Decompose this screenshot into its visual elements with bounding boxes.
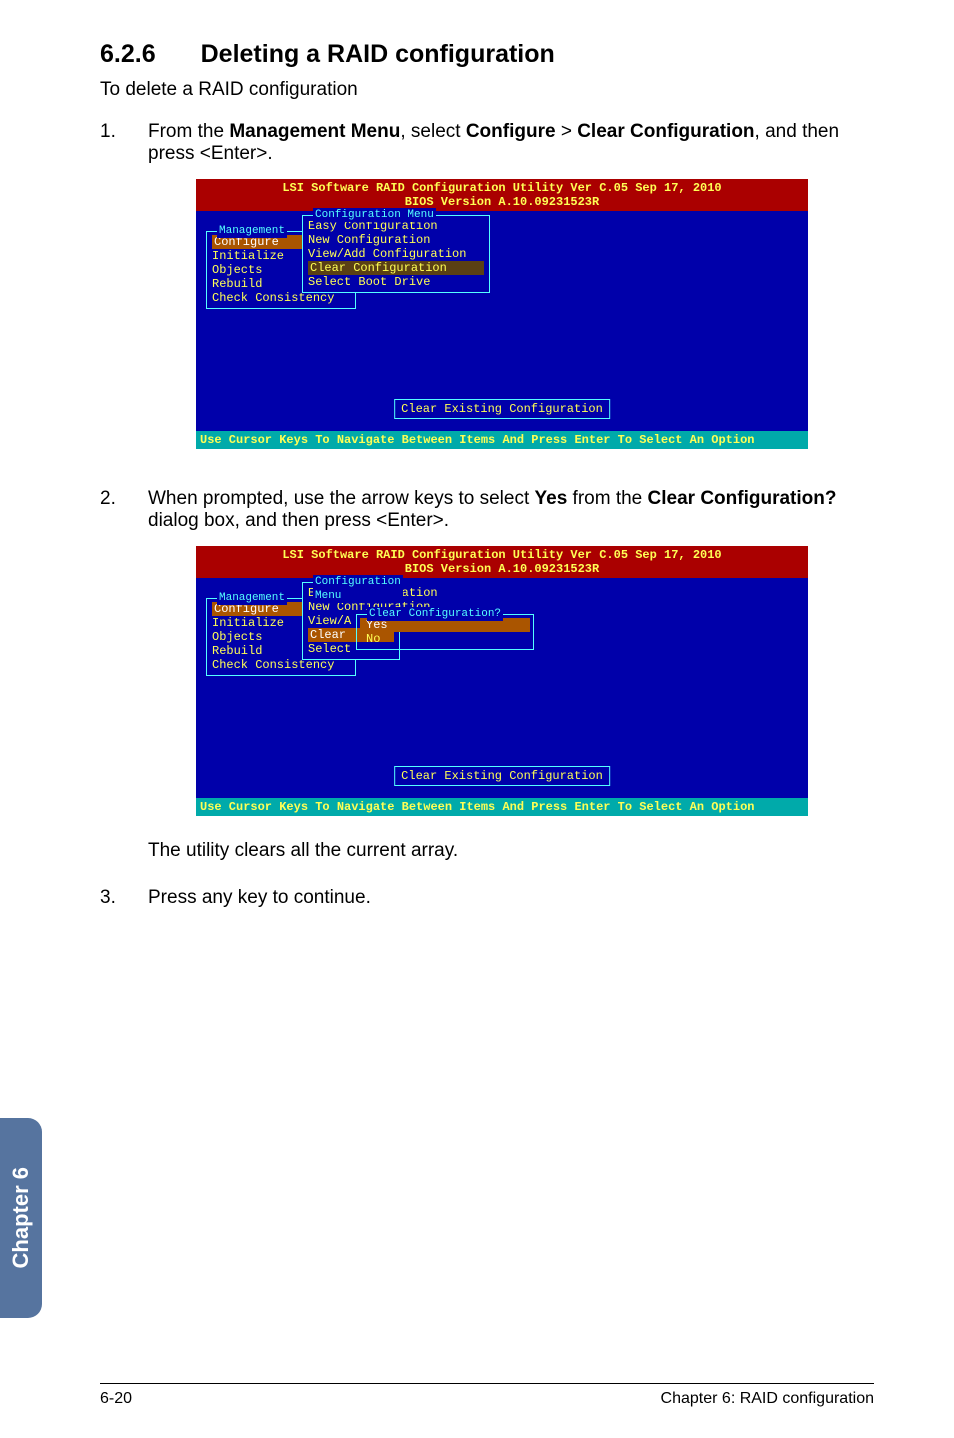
step-1: 1. From the Management Menu, select Conf… xyxy=(100,121,874,473)
step-1-text-a: From the xyxy=(148,121,229,142)
bios-screenshot-2: LSI Software RAID Configuration Utility … xyxy=(196,546,808,816)
step-1-body: From the Management Menu, select Configu… xyxy=(148,121,874,473)
bios-screenshot-1: LSI Software RAID Configuration Utility … xyxy=(196,179,808,449)
bios-title-line1-1: LSI Software RAID Configuration Utility … xyxy=(196,181,808,195)
step-1-text-c: > xyxy=(556,121,578,142)
bios-body-2: Management Configure Initialize Objects … xyxy=(196,578,808,798)
step-3-pretext: The utility clears all the current array… xyxy=(148,840,874,862)
step-2-bold-clearq: Clear Configuration? xyxy=(648,488,837,509)
clear-configuration-dialog-label: Clear Configuration? xyxy=(367,607,503,621)
hint-bar-2: Use Cursor Keys To Navigate Between Item… xyxy=(196,798,808,816)
step-1-bold-configure: Configure xyxy=(466,121,556,142)
step-3-body: Press any key to continue. xyxy=(148,887,874,909)
section-title: Deleting a RAID configuration xyxy=(201,40,555,68)
clear-configuration-dialog: Clear Configuration? Yes No xyxy=(356,614,534,650)
status-box-1: Clear Existing Configuration xyxy=(394,399,610,419)
step-3-number: 3. xyxy=(100,887,148,909)
step-1-bold-menu: Management Menu xyxy=(229,121,400,142)
cfg-viewadd-1[interactable]: View/Add Configuration xyxy=(308,247,484,261)
configuration-menu-label-2: Configuration Menu xyxy=(313,575,403,603)
mgmt-check-1[interactable]: Check Consistency xyxy=(212,291,350,305)
step-1-text-b: , select xyxy=(400,121,465,142)
cfg-clear-1[interactable]: Clear Configuration xyxy=(308,261,484,275)
step-2-number: 2. xyxy=(100,488,148,872)
step-3: 3. Press any key to continue. xyxy=(100,887,874,909)
step-2-bold-yes: Yes xyxy=(535,488,568,509)
mgmt-check-2[interactable]: Check Consistency xyxy=(212,658,350,672)
chapter-side-tab-label: Chapter 6 xyxy=(8,1167,34,1268)
bios-titlebar-1: LSI Software RAID Configuration Utility … xyxy=(196,179,808,211)
bios-title-line1-2: LSI Software RAID Configuration Utility … xyxy=(196,548,808,562)
configuration-menu-label-1: Configuration Menu xyxy=(313,208,436,222)
bios-body-1: Management Configure Initialize Objects … xyxy=(196,211,808,431)
step-2-text-b: from the xyxy=(567,488,647,509)
step-2-text-a: When prompted, use the arrow keys to sel… xyxy=(148,488,535,509)
configuration-menu-box-1: Configuration Menu Easy Configuration Ne… xyxy=(302,215,490,293)
section-heading: 6.2.6 Deleting a RAID configuration xyxy=(100,40,874,69)
intro-text: To delete a RAID configuration xyxy=(100,79,874,101)
bios-title-line2-1: BIOS Version A.10.09231523R xyxy=(196,195,808,209)
step-2-body: When prompted, use the arrow keys to sel… xyxy=(148,488,874,872)
step-1-number: 1. xyxy=(100,121,148,473)
cfg-new-1[interactable]: New Configuration xyxy=(308,233,484,247)
bios-title-line2-2: BIOS Version A.10.09231523R xyxy=(196,562,808,576)
step-2: 2. When prompted, use the arrow keys to … xyxy=(100,488,874,872)
cfg-boot-1[interactable]: Select Boot Drive xyxy=(308,275,484,289)
step-1-bold-clear: Clear Configuration xyxy=(577,121,754,142)
chapter-side-tab: Chapter 6 xyxy=(0,1118,42,1318)
footer-chapter-title: Chapter 6: RAID configuration xyxy=(661,1390,874,1408)
clear-configuration-no[interactable]: No xyxy=(360,632,530,646)
management-menu-label-1: Management xyxy=(217,224,287,238)
hint-bar-1: Use Cursor Keys To Navigate Between Item… xyxy=(196,431,808,449)
step-2-text-c: dialog box, and then press <Enter>. xyxy=(148,510,449,531)
footer-page-number: 6-20 xyxy=(100,1390,132,1408)
status-box-2: Clear Existing Configuration xyxy=(394,766,610,786)
bios-titlebar-2: LSI Software RAID Configuration Utility … xyxy=(196,546,808,578)
page-footer: 6-20 Chapter 6: RAID configuration xyxy=(100,1383,874,1408)
management-menu-label-2: Management xyxy=(217,591,287,605)
section-number: 6.2.6 xyxy=(100,40,156,69)
